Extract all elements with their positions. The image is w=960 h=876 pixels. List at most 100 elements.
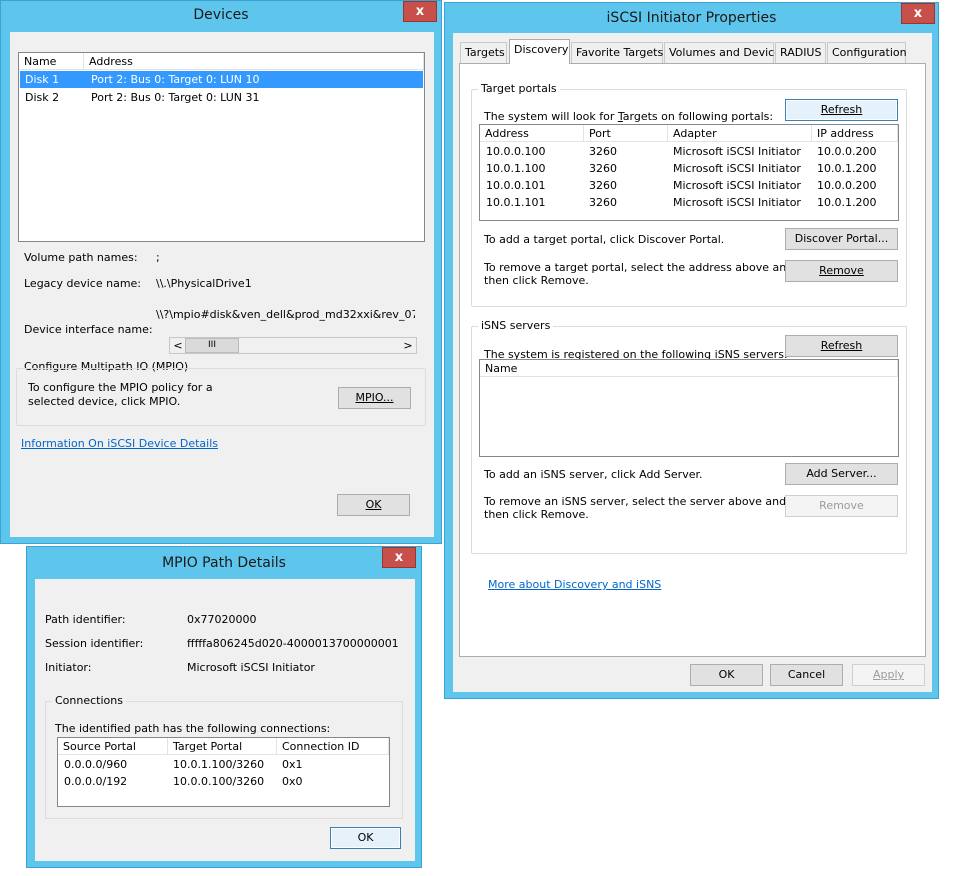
isns-servers-group: iSNS servers The system is registered on…	[471, 319, 907, 554]
portal-adapter: Microsoft iSCSI Initiator	[673, 179, 801, 192]
tab-volumes-and-devices[interactable]: Volumes and Devices	[664, 42, 787, 63]
path-id-value: 0x77020000	[187, 613, 257, 626]
iscsi-cancel-button[interactable]: Cancel	[770, 664, 843, 686]
table-row[interactable]: Disk 1 Port 2: Bus 0: Target 0: LUN 10	[20, 71, 423, 88]
table-row[interactable]: Disk 2 Port 2: Bus 0: Target 0: LUN 31	[20, 89, 423, 106]
col-isns-name[interactable]: Name	[480, 360, 898, 377]
device-interface-value: \\?\mpio#disk&ven_dell&prod_md32xxi&rev_…	[156, 308, 415, 321]
col-port[interactable]: Port	[584, 125, 668, 142]
session-id-label: Session identifier:	[45, 637, 144, 650]
portals-list[interactable]: Address Port Adapter IP address 10.0.0.1…	[479, 124, 899, 221]
source-portal: 0.0.0.0/192	[64, 775, 128, 788]
add-portal-text: To add a target portal, click Discover P…	[484, 233, 725, 246]
target-portals-group: Target portals The system will look for …	[471, 82, 907, 307]
scroll-thumb-grip: III	[208, 340, 216, 350]
tab-radius[interactable]: RADIUS	[775, 42, 826, 63]
mpio-hint-line1: To configure the MPIO policy for a	[28, 381, 213, 394]
portal-address: 10.0.1.100	[486, 162, 546, 175]
mpio-close-icon[interactable]: x	[382, 547, 416, 568]
portal-port: 3260	[589, 179, 617, 192]
portal-ip: 10.0.1.200	[817, 162, 877, 175]
portals-text: The system will look for Targets on foll…	[484, 110, 773, 123]
refresh-portals-button[interactable]: Refresh	[785, 99, 898, 121]
mpio-hint-line2: selected device, click MPIO.	[28, 395, 181, 408]
portal-ip: 10.0.1.200	[817, 196, 877, 209]
tab-discovery[interactable]: Discovery	[509, 39, 570, 64]
target-portal: 10.0.0.100/3260	[173, 775, 265, 788]
info-iscsi-link[interactable]: Information On iSCSI Device Details	[21, 437, 218, 450]
table-row[interactable]: 10.0.1.101 3260 Microsoft iSCSI Initiato…	[481, 194, 897, 211]
remove-server-button[interactable]: Remove	[785, 495, 898, 517]
tab-targets[interactable]: Targets	[460, 42, 507, 63]
scroll-right-icon[interactable]: >	[402, 339, 414, 352]
scroll-thumb[interactable]: III	[185, 338, 239, 353]
devices-close-icon[interactable]: x	[403, 1, 437, 22]
path-id-label: Path identifier:	[45, 613, 126, 626]
table-row[interactable]: 0.0.0.0/192 10.0.0.100/3260 0x0	[59, 773, 388, 790]
remove-server-text-1: To remove an iSNS server, select the ser…	[484, 495, 787, 508]
more-discovery-link[interactable]: More about Discovery and iSNS	[488, 578, 661, 591]
remove-portal-button[interactable]: Remove	[785, 260, 898, 282]
iscsi-ok-button[interactable]: OK	[690, 664, 763, 686]
add-server-button[interactable]: Add Server...	[785, 463, 898, 485]
col-adapter[interactable]: Adapter	[668, 125, 812, 142]
devices-titlebar[interactable]: Devices	[1, 1, 441, 31]
col-ip-address[interactable]: IP address	[812, 125, 898, 142]
connections-group: Connections The identified path has the …	[45, 694, 403, 819]
portal-address: 10.0.0.101	[486, 179, 546, 192]
devices-list[interactable]: Name Address Disk 1 Port 2: Bus 0: Targe…	[18, 52, 425, 242]
legacy-device-label: Legacy device name:	[24, 277, 142, 290]
source-portal: 0.0.0.0/960	[64, 758, 128, 771]
portal-adapter: Microsoft iSCSI Initiator	[673, 145, 801, 158]
table-row[interactable]: 10.0.1.100 3260 Microsoft iSCSI Initiato…	[481, 160, 897, 177]
devices-col-address[interactable]: Address	[84, 53, 424, 70]
target-portals-label: Target portals	[478, 82, 560, 95]
device-address: Port 2: Bus 0: Target 0: LUN 10	[91, 73, 260, 86]
portal-adapter: Microsoft iSCSI Initiator	[673, 162, 801, 175]
mpio-titlebar[interactable]: MPIO Path Details	[27, 547, 421, 577]
portals-text-post: argets on following portals:	[622, 110, 774, 123]
devices-ok-button[interactable]: OK	[337, 494, 410, 516]
col-address[interactable]: Address	[480, 125, 584, 142]
iscsi-titlebar[interactable]: iSCSI Initiator Properties	[445, 3, 938, 33]
remove-server-text-2: then click Remove.	[484, 508, 589, 521]
mpio-button[interactable]: MPIO...	[338, 387, 411, 409]
portal-port: 3260	[589, 145, 617, 158]
portal-ip: 10.0.0.200	[817, 145, 877, 158]
iscsi-apply-button[interactable]: Apply	[852, 664, 925, 686]
isns-list[interactable]: Name	[479, 359, 899, 457]
table-row[interactable]: 10.0.0.100 3260 Microsoft iSCSI Initiato…	[481, 143, 897, 160]
scroll-left-icon[interactable]: <	[172, 339, 184, 352]
volume-path-value: ;	[156, 251, 160, 264]
tab-favorite-targets[interactable]: Favorite Targets	[571, 42, 663, 63]
refresh-portals-label: Refresh	[820, 103, 863, 116]
discovery-panel: Target portals The system will look for …	[459, 63, 926, 657]
table-row[interactable]: 10.0.0.101 3260 Microsoft iSCSI Initiato…	[481, 177, 897, 194]
col-source-portal[interactable]: Source Portal	[58, 738, 168, 755]
col-target-portal[interactable]: Target Portal	[168, 738, 277, 755]
initiator-label: Initiator:	[45, 661, 92, 674]
legacy-device-value: \\.\PhysicalDrive1	[156, 277, 252, 290]
refresh-isns-label: Refresh	[820, 339, 863, 352]
devices-window: Devices x Name Address Disk 1 Port 2: Bu…	[0, 0, 442, 544]
remove-portal-text-2: then click Remove.	[484, 274, 589, 287]
interface-scrollbar[interactable]: < III >	[169, 337, 417, 354]
iscsi-title: iSCSI Initiator Properties	[606, 10, 777, 26]
iscsi-client: Targets Discovery Favorite Targets Volum…	[453, 33, 932, 692]
discover-portal-button[interactable]: Discover Portal...	[785, 228, 898, 250]
refresh-isns-button[interactable]: Refresh	[785, 335, 898, 357]
device-name: Disk 1	[25, 73, 60, 86]
mpio-ok-button[interactable]: OK	[330, 827, 401, 849]
volume-path-label: Volume path names:	[24, 251, 138, 264]
table-row[interactable]: 0.0.0.0/960 10.0.1.100/3260 0x1	[59, 756, 388, 773]
device-name: Disk 2	[25, 91, 60, 104]
connection-id: 0x0	[282, 775, 303, 788]
tab-configuration[interactable]: Configuration	[827, 42, 907, 63]
devices-col-name[interactable]: Name	[19, 53, 84, 70]
devices-client: Name Address Disk 1 Port 2: Bus 0: Targe…	[10, 32, 434, 537]
iscsi-close-icon[interactable]: x	[901, 3, 935, 24]
mpio-button-label: MPIO...	[355, 391, 394, 404]
connections-list[interactable]: Source Portal Target Portal Connection I…	[57, 737, 390, 807]
col-connection-id[interactable]: Connection ID	[277, 738, 389, 755]
isns-servers-label: iSNS servers	[478, 319, 554, 332]
